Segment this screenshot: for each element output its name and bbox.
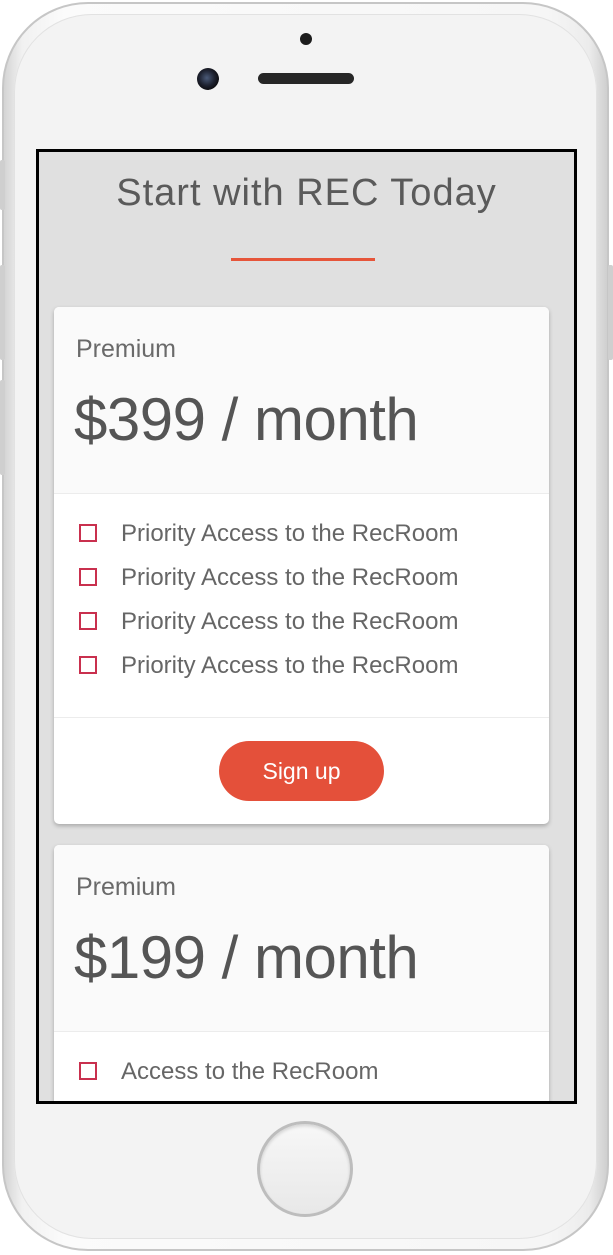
plan-price: $199 / month <box>74 924 419 991</box>
feature-list: Priority Access to the RecRoom Priority … <box>54 494 549 688</box>
front-camera <box>197 68 219 90</box>
phone-screen: Start with REC Today Premium $399 / mont… <box>36 149 577 1104</box>
card-footer: Sign up <box>54 717 549 824</box>
feature-text: Priority Access to the RecRoom <box>121 520 459 547</box>
pricing-page: Start with REC Today Premium $399 / mont… <box>39 152 574 1101</box>
checkbox-icon <box>79 656 97 674</box>
feature-item: Priority Access to the RecRoom <box>54 600 549 644</box>
home-button[interactable] <box>257 1121 353 1217</box>
pricing-card-premium-199: Premium $199 / month Access to the RecRo… <box>54 845 549 1101</box>
feature-item: Priority Access to the RecRoom <box>54 644 549 688</box>
volume-up-button <box>0 265 5 360</box>
power-button <box>608 265 613 360</box>
feature-list: Access to the RecRoom <box>54 1032 549 1094</box>
feature-text: Priority Access to the RecRoom <box>121 564 459 591</box>
checkbox-icon <box>79 1062 97 1080</box>
plan-name: Premium <box>76 873 177 901</box>
sign-up-button[interactable]: Sign up <box>219 741 384 801</box>
feature-text: Priority Access to the RecRoom <box>121 608 459 635</box>
plan-name: Premium <box>76 335 177 363</box>
checkbox-icon <box>79 524 97 542</box>
earpiece-speaker <box>258 73 354 84</box>
card-header: Premium $399 / month <box>54 307 549 494</box>
page-title: Start with REC Today <box>116 172 497 214</box>
card-header: Premium $199 / month <box>54 845 549 1032</box>
feature-text: Priority Access to the RecRoom <box>121 652 459 679</box>
feature-text: Access to the RecRoom <box>121 1058 379 1085</box>
feature-item: Priority Access to the RecRoom <box>54 512 549 556</box>
checkbox-icon <box>79 612 97 630</box>
checkbox-icon <box>79 568 97 586</box>
pricing-card-premium-399: Premium $399 / month Priority Access to … <box>54 307 549 824</box>
proximity-sensor <box>300 33 312 45</box>
plan-price: $399 / month <box>74 386 419 453</box>
phone-side-button <box>0 160 5 210</box>
volume-down-button <box>0 380 5 475</box>
feature-item: Access to the RecRoom <box>54 1050 549 1094</box>
title-underline <box>231 258 375 261</box>
feature-item: Priority Access to the RecRoom <box>54 556 549 600</box>
